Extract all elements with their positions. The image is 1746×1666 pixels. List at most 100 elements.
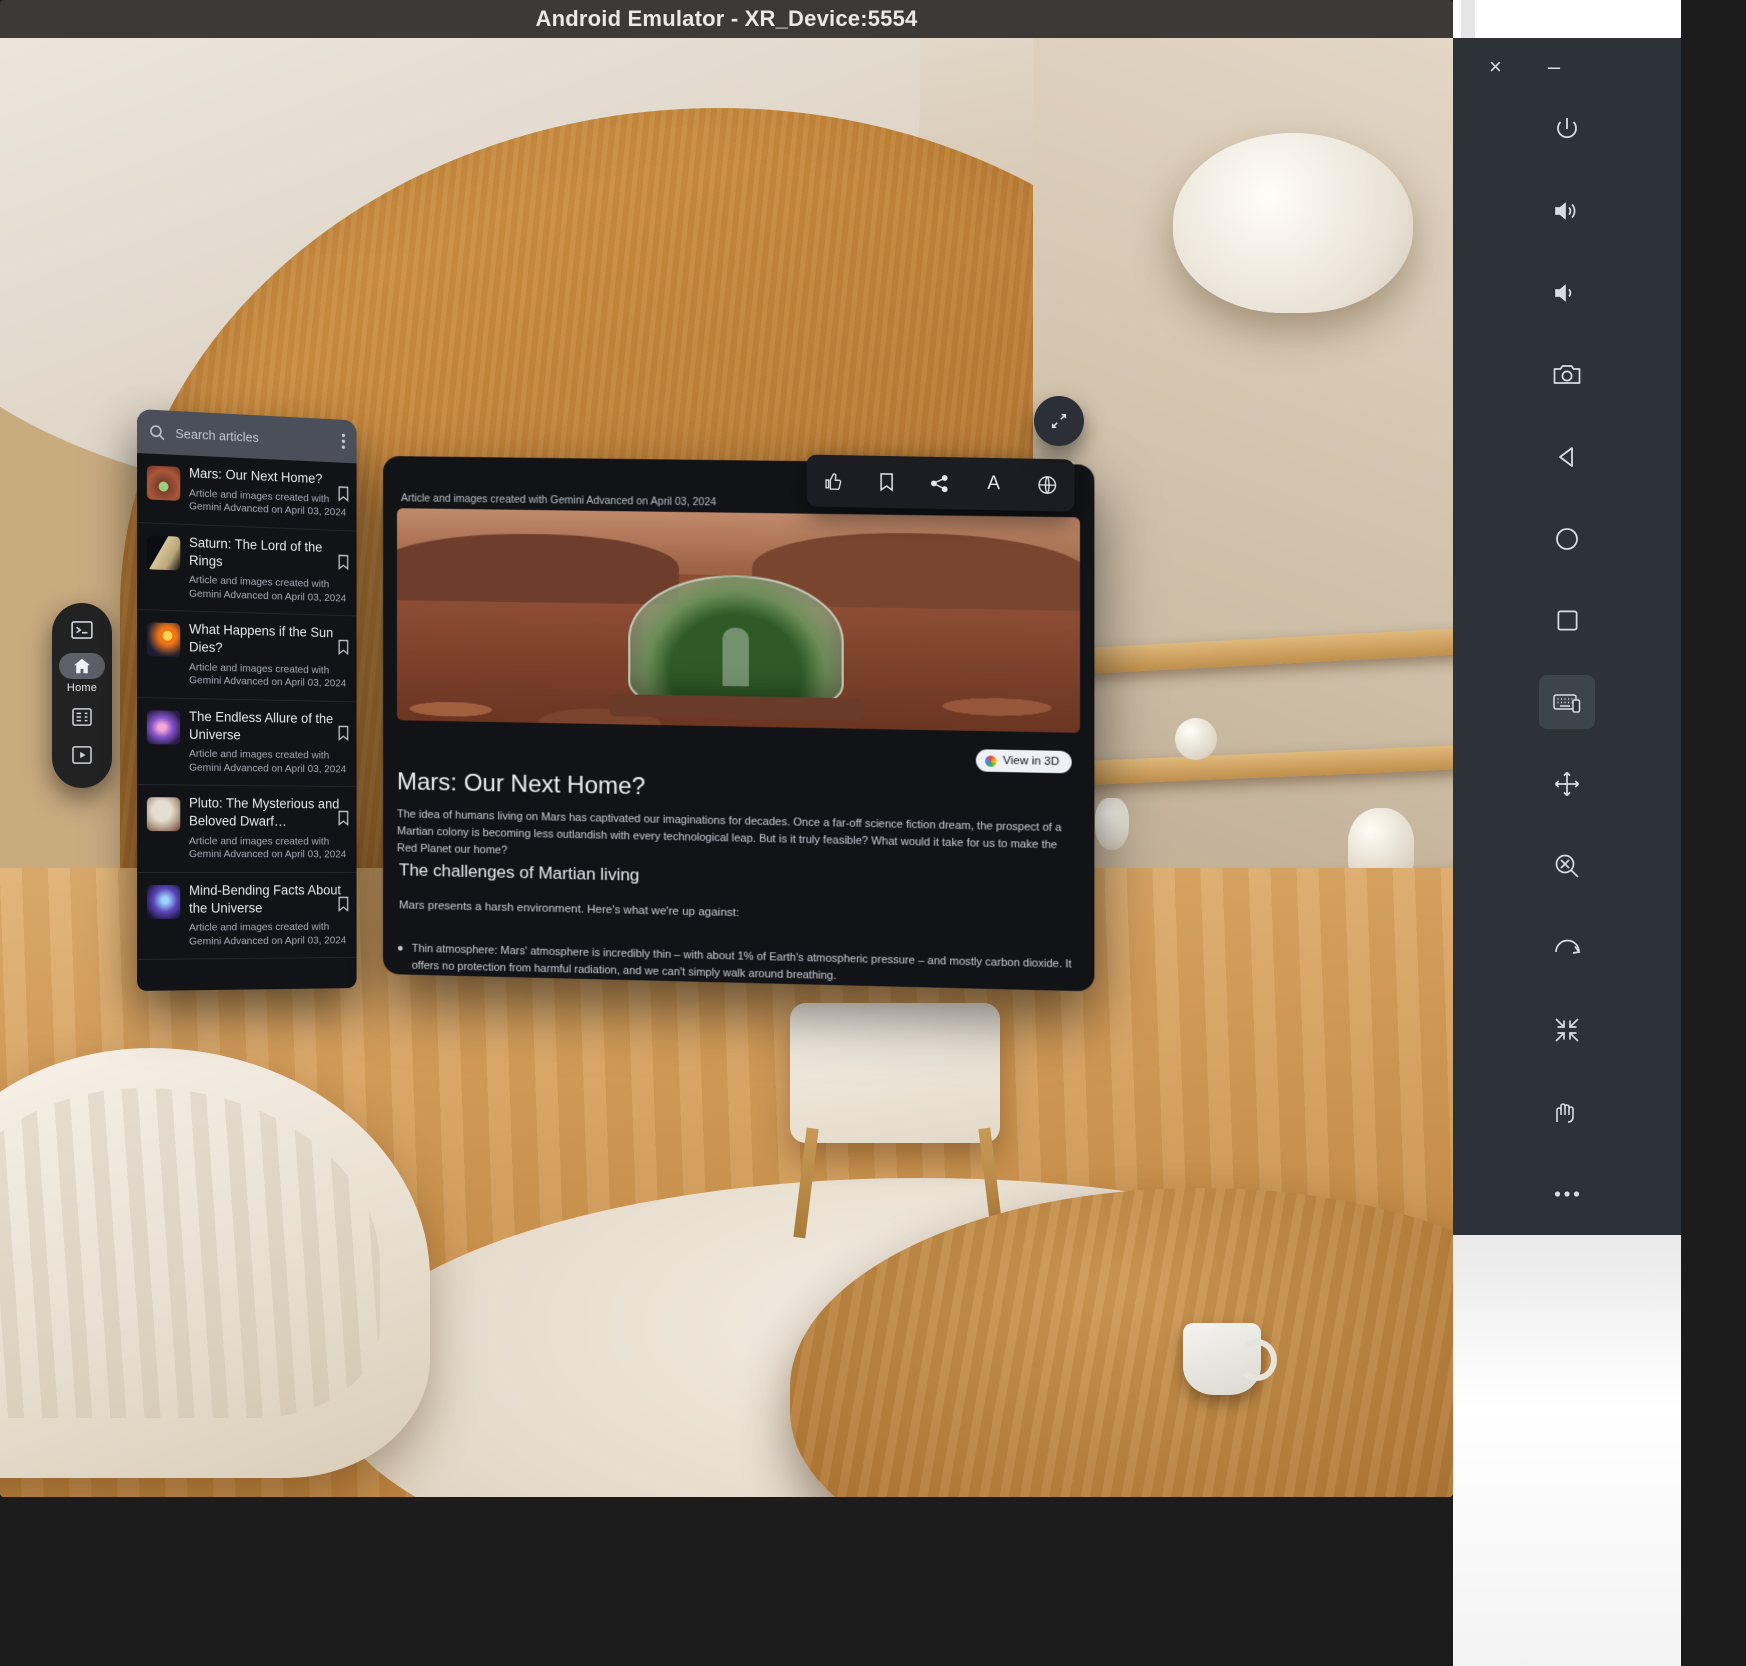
bookmark-icon[interactable] <box>338 640 349 656</box>
dock-home-pill[interactable] <box>59 653 105 679</box>
emulator-screen[interactable]: Home <box>0 38 1453 1497</box>
share-icon[interactable] <box>923 466 957 501</box>
article-section-heading: The challenges of Martian living <box>399 860 639 885</box>
keyboard-button[interactable] <box>1539 675 1595 729</box>
circle-icon <box>1555 527 1579 551</box>
text-size-icon[interactable]: A <box>977 467 1011 502</box>
list-item-subtitle: Article and images created with Gemini A… <box>189 921 347 949</box>
list-item-title: Saturn: The Lord of the Rings <box>189 534 347 575</box>
resize-button[interactable] <box>1034 396 1084 446</box>
emulator-side-toolbar: × – <box>1453 0 1681 1666</box>
volume-up-button[interactable] <box>1539 184 1595 238</box>
bookmark-icon[interactable] <box>338 896 349 912</box>
home-icon <box>73 658 91 674</box>
article-toolbar: A <box>807 455 1075 512</box>
hero-dome-base <box>609 694 863 721</box>
article-paragraph: Mars presents a harsh environment. Here'… <box>399 899 739 919</box>
more-button[interactable] <box>1539 1167 1595 1221</box>
emulator-side-empty-area <box>1453 1235 1681 1666</box>
search-icon <box>149 423 166 441</box>
back-button[interactable] <box>1539 430 1595 484</box>
overview-button[interactable] <box>1539 594 1595 648</box>
emulator-toolbar-panel: × – <box>1453 38 1681 1235</box>
thumb-up-icon[interactable] <box>816 464 850 499</box>
article-thumbnail <box>147 797 180 831</box>
emulator-window: Android Emulator - XR_Device:5554 <box>0 0 1453 1497</box>
view-in-3d-label: View in 3D <box>1003 755 1059 768</box>
list-item-title: What Happens if the Sun Dies? <box>189 621 347 660</box>
globe-icon[interactable] <box>1030 468 1064 503</box>
camera-icon <box>1553 363 1581 387</box>
room-vase <box>1175 718 1217 760</box>
gemini-dot-icon <box>985 755 996 766</box>
list-item[interactable]: Mars: Our Next Home? Article and images … <box>137 453 357 531</box>
article-thumbnail <box>147 535 180 570</box>
window-titlebar: Android Emulator - XR_Device:5554 <box>0 0 1453 38</box>
list-item-subtitle: Article and images created with Gemini A… <box>189 574 347 606</box>
article-thumbnail <box>147 465 180 500</box>
more-vert-icon[interactable] <box>342 433 346 449</box>
bookmark-icon[interactable] <box>338 725 349 741</box>
power-icon <box>1554 116 1580 142</box>
bookmark-icon[interactable] <box>338 554 349 570</box>
list-item[interactable]: The Endless Allure of the Universe Artic… <box>137 698 357 788</box>
article-thumbnail <box>147 622 180 657</box>
list-item-subtitle: Article and images created with Gemini A… <box>189 487 347 520</box>
article-thumbnail <box>147 710 180 744</box>
dock-item-home[interactable]: Home <box>59 653 105 694</box>
bullet-marker: ● <box>397 940 404 973</box>
article-byline: Article and images created with Gemini A… <box>401 492 716 508</box>
keyboard-icon <box>1553 691 1581 713</box>
bookmark-icon[interactable] <box>338 811 349 827</box>
dock-item-terminal[interactable] <box>61 615 103 645</box>
list-icon <box>72 708 92 726</box>
article-list-panel: Search articles Mars: Our Next Home? Art… <box>137 409 357 991</box>
bookmark-icon[interactable] <box>870 465 904 500</box>
rotate-button[interactable] <box>1539 921 1595 975</box>
window-controls: × – <box>1453 38 1681 88</box>
close-icon[interactable]: × <box>1489 56 1502 78</box>
screenshot-root: Android Emulator - XR_Device:5554 <box>0 0 1746 1666</box>
list-item-title: Mind-Bending Facts About the Universe <box>189 881 347 917</box>
room-vase <box>1095 798 1129 850</box>
dock-item-list[interactable] <box>61 702 103 732</box>
recenter-button[interactable] <box>1539 1003 1595 1057</box>
more-horizontal-icon <box>1554 1190 1580 1198</box>
list-item-title: The Endless Allure of the Universe <box>189 708 347 746</box>
dock-item-media[interactable] <box>61 740 103 770</box>
list-item-title: Pluto: The Mysterious and Beloved Dwarf… <box>189 795 347 831</box>
pan-button[interactable] <box>1539 757 1595 811</box>
list-item[interactable]: What Happens if the Sun Dies? Article an… <box>137 610 357 702</box>
back-triangle-icon <box>1555 445 1579 469</box>
view-in-3d-button[interactable]: View in 3D <box>976 749 1072 773</box>
terminal-icon <box>71 621 93 639</box>
rotate-icon <box>1554 937 1581 959</box>
list-item-subtitle: Article and images created with Gemini A… <box>189 835 347 862</box>
bookmark-icon[interactable] <box>338 486 349 502</box>
minimize-icon[interactable]: – <box>1548 56 1560 78</box>
article-panel: Article and images created with Gemini A… <box>383 456 1094 991</box>
dock-home-label: Home <box>67 682 97 694</box>
article-list[interactable]: Mars: Our Next Home? Article and images … <box>137 453 357 991</box>
zoom-button[interactable] <box>1539 839 1595 893</box>
power-button[interactable] <box>1539 102 1595 156</box>
volume-up-icon <box>1554 199 1581 223</box>
volume-down-button[interactable] <box>1539 266 1595 320</box>
list-item-subtitle: Article and images created with Gemini A… <box>189 748 347 776</box>
hand-tracking-button[interactable] <box>1539 1085 1595 1139</box>
app-dock: Home <box>52 603 112 788</box>
search-input-placeholder[interactable]: Search articles <box>175 425 332 448</box>
room-stool <box>790 1003 1000 1143</box>
square-icon <box>1556 609 1579 632</box>
list-item[interactable]: Saturn: The Lord of the Rings Article an… <box>137 523 357 617</box>
volume-down-icon <box>1554 281 1581 305</box>
home-button[interactable] <box>1539 512 1595 566</box>
list-item[interactable]: Mind-Bending Facts About the Universe Ar… <box>137 873 357 961</box>
collapse-arrows-icon <box>1554 1017 1580 1043</box>
media-icon <box>72 746 92 764</box>
list-item-subtitle: Article and images created with Gemini A… <box>189 661 347 691</box>
list-item[interactable]: Pluto: The Mysterious and Beloved Dwarf…… <box>137 785 357 873</box>
move-arrows-icon <box>1554 771 1580 797</box>
article-hero-image <box>397 508 1080 733</box>
screenshot-button[interactable] <box>1539 348 1595 402</box>
